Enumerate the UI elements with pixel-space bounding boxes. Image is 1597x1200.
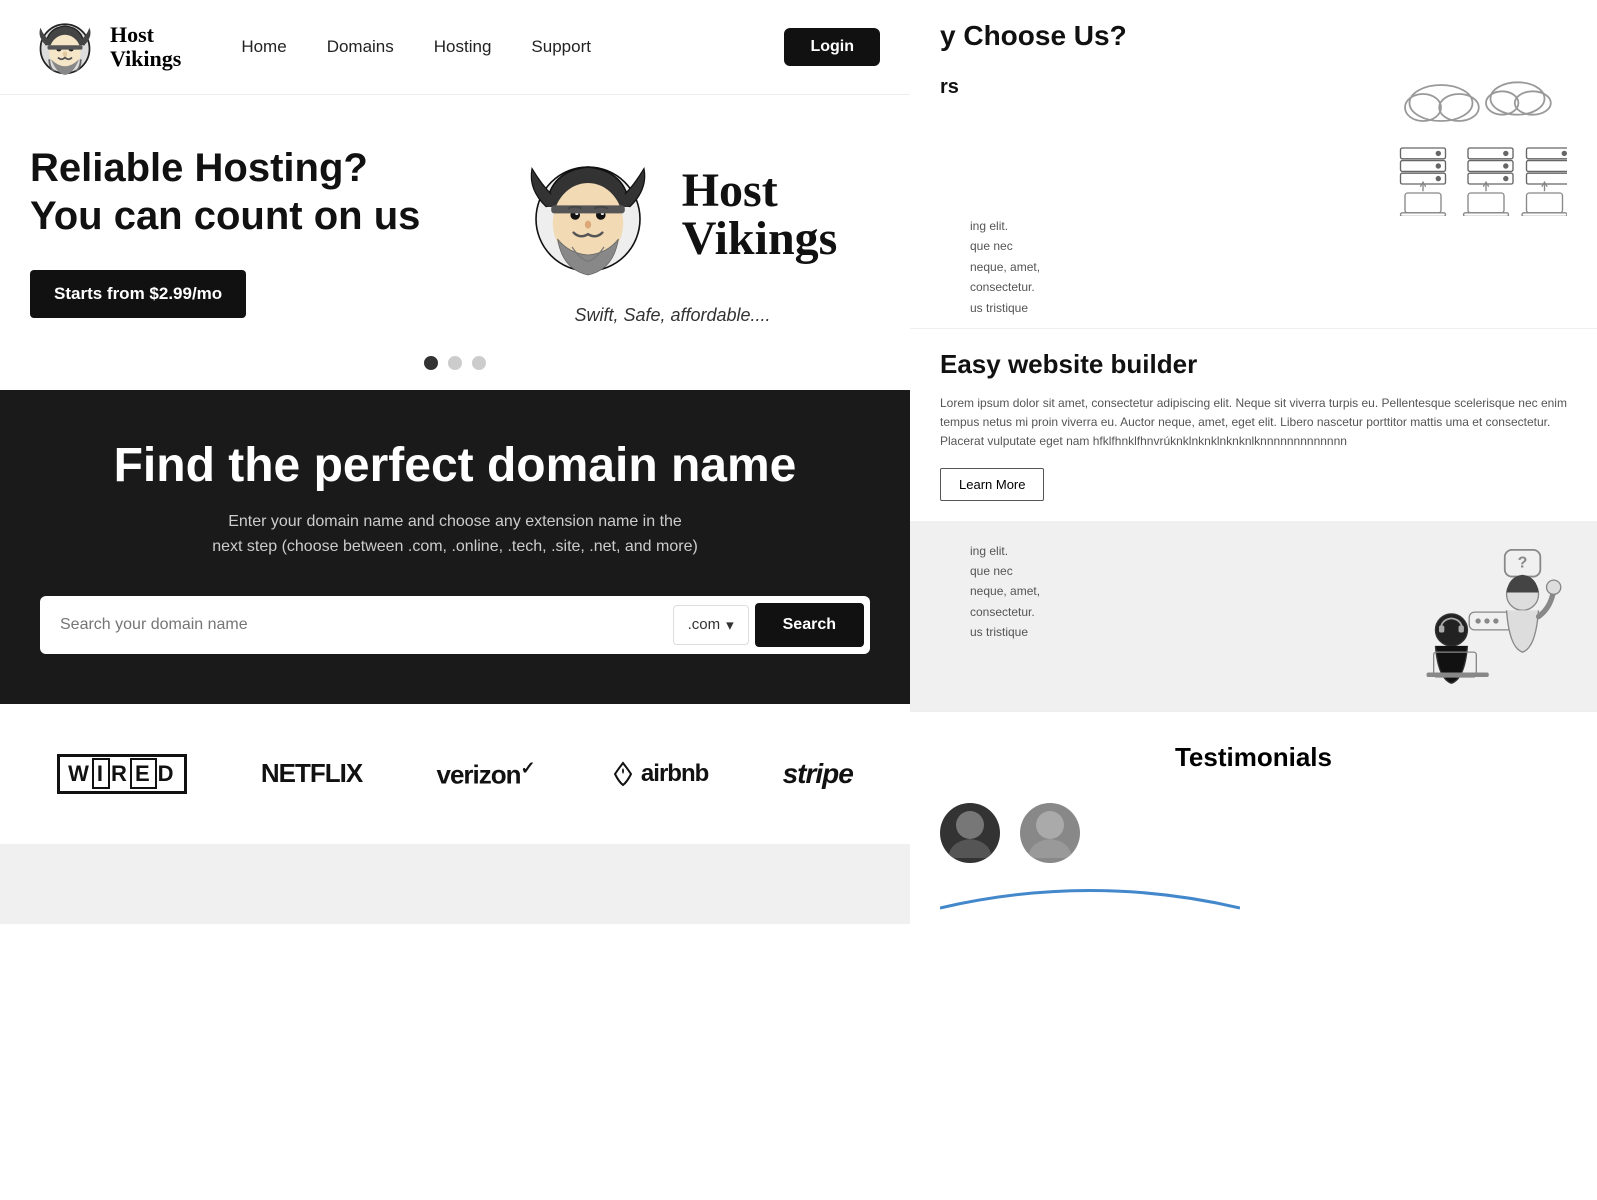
server-illustration	[1387, 76, 1567, 216]
partial-text-2: ing elit. que nec neque, amet, consectet…	[940, 541, 1070, 643]
bottom-gray-area	[0, 844, 910, 924]
curve-decoration	[940, 873, 1240, 913]
wired-i: I	[92, 758, 110, 789]
rs-server-row: rs	[910, 66, 1597, 216]
partial-text-1: ing elit. que nec neque, amet, consectet…	[940, 216, 1070, 318]
hero-text: Reliable Hosting? You can count on us St…	[30, 144, 445, 318]
left-panel: Host Vikings Home Domains Hosting Suppor…	[0, 0, 910, 1200]
brand-stripe: stripe	[783, 758, 853, 790]
avatar-1	[940, 803, 1000, 863]
carousel-dot-3[interactable]	[472, 356, 486, 370]
carousel-dot-2[interactable]	[448, 356, 462, 370]
why-choose-title: y Choose Us?	[940, 20, 1567, 52]
hero-tagline: Swift, Safe, affordable....	[574, 305, 770, 326]
why-choose-section: y Choose Us?	[910, 0, 1597, 66]
support-svg: ?	[1407, 541, 1567, 692]
avatar-svg-1	[940, 803, 1000, 863]
domain-search-button[interactable]: Search	[755, 603, 864, 647]
logo-text: Host Vikings	[110, 23, 181, 71]
wired-r: R	[111, 761, 129, 786]
domain-search-input[interactable]	[40, 602, 673, 648]
avatar-2	[1020, 803, 1080, 863]
server-svg	[1387, 76, 1567, 220]
testimonial-avatars	[940, 793, 1567, 873]
domain-extension-select[interactable]: .com ▾	[673, 605, 749, 645]
navbar: Host Vikings Home Domains Hosting Suppor…	[0, 0, 910, 95]
easy-builder-section: Easy website builder Lorem ipsum dolor s…	[910, 328, 1597, 521]
brand-wired: WIRED	[57, 754, 186, 794]
rs-label: rs	[940, 76, 959, 99]
wired-d: D	[158, 761, 176, 786]
chevron-down-icon: ▾	[726, 616, 734, 634]
testimonials-section: Testimonials	[910, 711, 1597, 1200]
partial-text-area: ing elit. que nec neque, amet, consectet…	[910, 216, 1597, 328]
learn-more-button[interactable]: Learn More	[940, 468, 1044, 501]
hero-title: Reliable Hosting? You can count on us	[30, 144, 445, 240]
hero-viking-icon	[508, 135, 668, 295]
hero-brand-text: Host Vikings	[682, 167, 838, 263]
logo-area: Host Vikings	[30, 12, 181, 82]
svg-text:?: ?	[1518, 554, 1528, 571]
easy-builder-text: Lorem ipsum dolor sit amet, consectetur …	[940, 394, 1567, 452]
brand-netflix: NETFLIX	[261, 758, 362, 789]
domain-search-row: .com ▾ Search	[40, 596, 870, 654]
carousel-dot-1[interactable]	[424, 356, 438, 370]
domain-search-section: Find the perfect domain name Enter your …	[0, 390, 910, 704]
support-illustration: ?	[1407, 541, 1567, 691]
wired-w: W	[68, 761, 91, 786]
hero-logo-image: Host Vikings	[508, 135, 838, 295]
nav-hosting[interactable]: Hosting	[434, 37, 492, 57]
brand-verizon: verizon✓	[436, 758, 534, 791]
nav-support[interactable]: Support	[531, 37, 591, 57]
brands-section: WIRED NETFLIX verizon✓ airbnb stripe	[0, 704, 910, 844]
right-mid-gray: ing elit. que nec neque, amet, consectet…	[910, 521, 1597, 711]
right-panel: y Choose Us? rs	[910, 0, 1597, 1200]
logo-icon	[30, 12, 100, 82]
login-button[interactable]: Login	[784, 28, 880, 66]
hero-logo: Host Vikings Swift, Safe, affordable....	[465, 135, 880, 326]
starts-from-button[interactable]: Starts from $2.99/mo	[30, 270, 246, 318]
testimonials-title: Testimonials	[940, 742, 1567, 773]
domain-subtitle: Enter your domain name and choose any ex…	[40, 509, 870, 560]
wired-e: E	[130, 758, 157, 789]
easy-builder-title: Easy website builder	[940, 349, 1567, 380]
hero-section: Reliable Hosting? You can count on us St…	[0, 95, 910, 346]
nav-links: Home Domains Hosting Support	[241, 37, 784, 57]
carousel-dots	[0, 346, 910, 390]
airbnb-icon	[609, 760, 637, 788]
nav-home[interactable]: Home	[241, 37, 286, 57]
domain-title: Find the perfect domain name	[40, 440, 870, 493]
brand-airbnb: airbnb	[609, 760, 708, 788]
nav-domains[interactable]: Domains	[327, 37, 394, 57]
avatar-svg-2	[1020, 803, 1080, 863]
